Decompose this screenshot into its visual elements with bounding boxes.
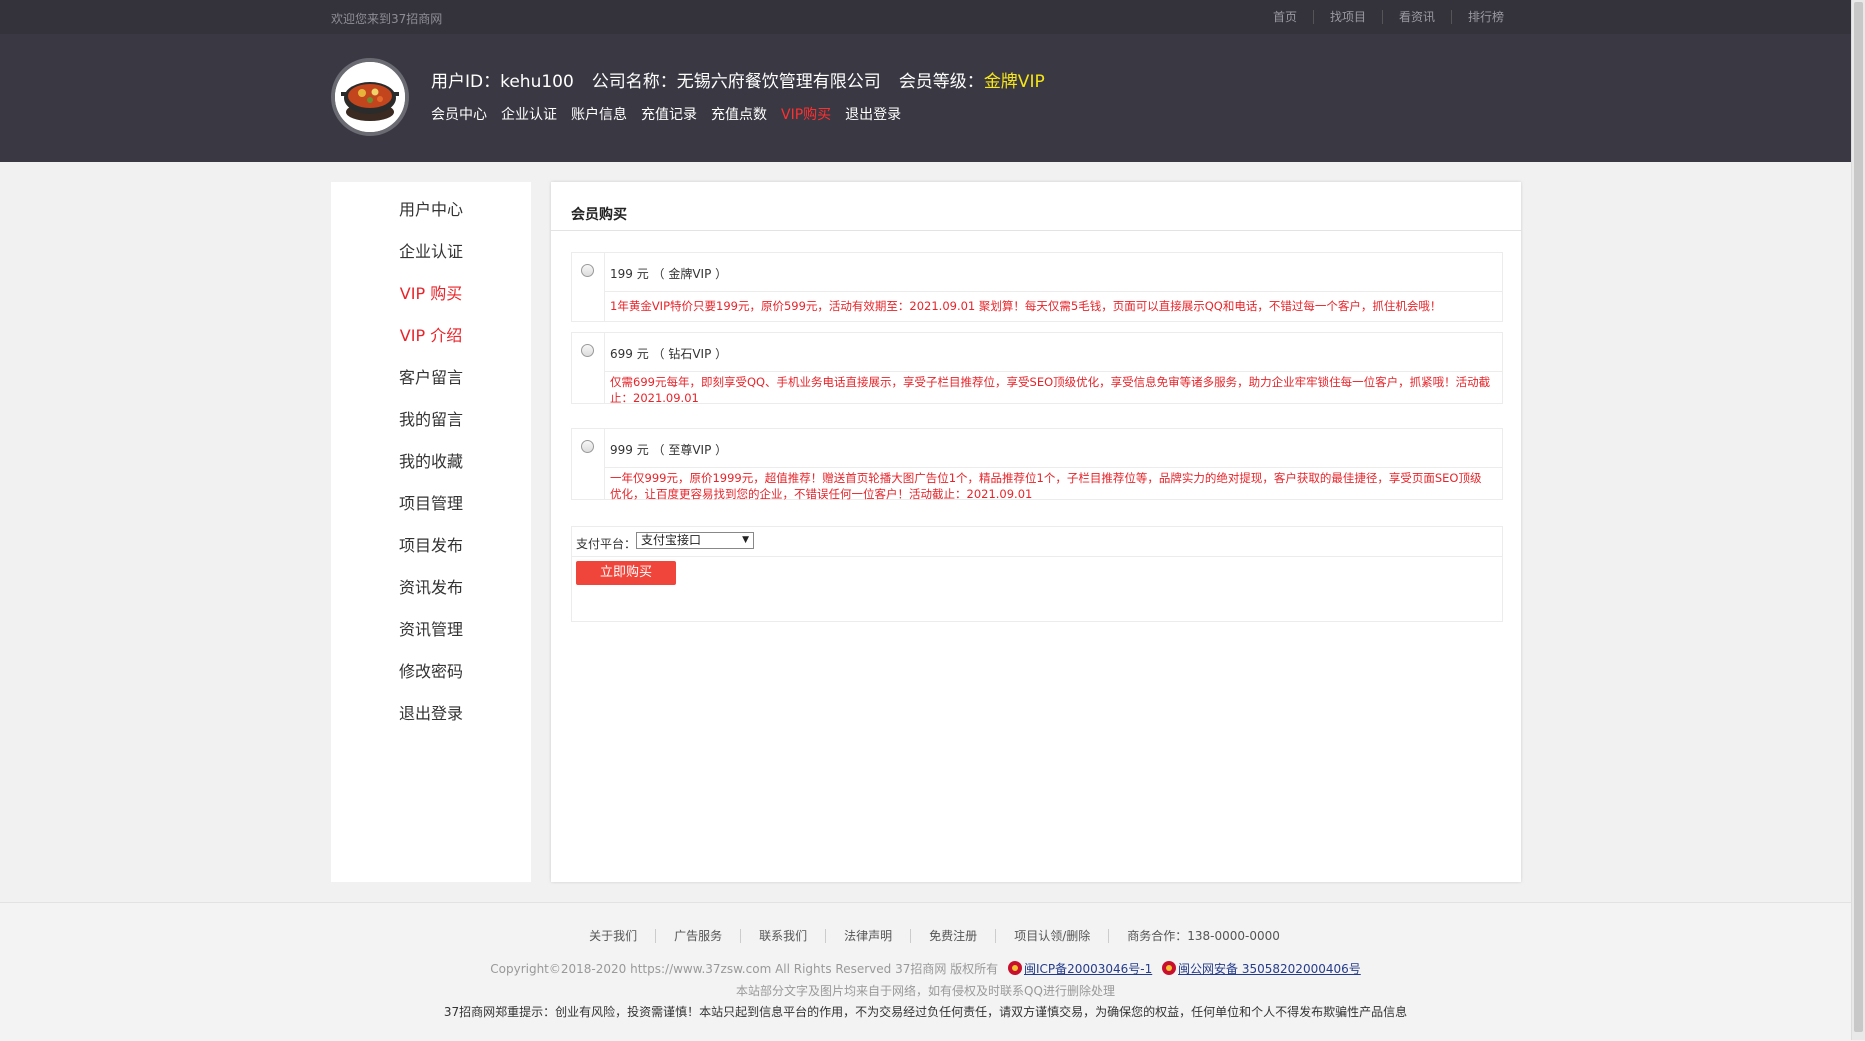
- nav-recharge-records[interactable]: 充值记录: [641, 104, 697, 124]
- plan-supreme-price: 999 元 （ 至尊VIP ）: [610, 443, 728, 457]
- footer-link-ads[interactable]: 广告服务: [655, 929, 741, 943]
- top-links: 首页 找项目 看资讯 排行榜: [1257, 10, 1520, 24]
- sidebar-item-project-manage[interactable]: 项目管理: [331, 490, 531, 514]
- footer-link-contact[interactable]: 联系我们: [740, 929, 826, 943]
- sidebar-item-my-messages[interactable]: 我的留言: [331, 406, 531, 430]
- user-id: 用户ID：kehu100: [431, 72, 574, 92]
- user-nav: 会员中心 企业认证 账户信息 充值记录 充值点数 VIP购买 退出登录: [431, 104, 901, 124]
- payment-platform-label: 支付平台：: [576, 537, 637, 551]
- nav-enterprise-cert[interactable]: 企业认证: [501, 104, 557, 124]
- user-header: 用户ID：kehu100 公司名称：无锡六府餐饮管理有限公司 会员等级：金牌VI…: [0, 34, 1851, 162]
- footer-business-contact: 商务合作：138-0000-0000: [1108, 929, 1280, 943]
- plan-radio-cell: [572, 333, 605, 403]
- payment-platform-select[interactable]: 支付宝接口 ▼: [636, 532, 754, 549]
- footer: 关于我们 广告服务 联系我们 法律声明 免费注册 项目认领/删除 商务合作：138-0000…: [0, 902, 1851, 1041]
- plan-gold-desc: 1年黄金VIP特价只要199元，原价599元，活动有效期至：2021.09.01…: [610, 299, 1442, 313]
- plan-gold-radio[interactable]: [581, 264, 594, 277]
- scrollbar-thumb[interactable]: [1854, 2, 1863, 1032]
- plan-radio-cell: [572, 429, 605, 499]
- welcome-text: 欢迎您来到37招商网: [331, 12, 443, 26]
- plan-diamond-desc: 仅需699元每年，即刻享受QQ、手机业务电话直接展示，享受子栏目推荐位，享受SE…: [610, 375, 1491, 405]
- vertical-scrollbar[interactable]: [1851, 0, 1865, 1040]
- sidebar-item-enterprise-cert[interactable]: 企业认证: [331, 238, 531, 262]
- plan-gold-price: 199 元 （ 金牌VIP ）: [610, 267, 728, 281]
- nav-logout[interactable]: 退出登录: [845, 104, 901, 124]
- plan-divider: [604, 467, 1502, 468]
- footer-link-legal[interactable]: 法律声明: [825, 929, 911, 943]
- sidebar-item-logout[interactable]: 退出登录: [331, 700, 531, 724]
- main-panel: 会员购买 199 元 （ 金牌VIP ） 1年黄金VIP特价只要199元，原价5…: [551, 182, 1521, 882]
- dropdown-caret-icon: ▼: [742, 535, 749, 545]
- plan-diamond-price: 699 元 （ 钻石VIP ）: [610, 347, 728, 361]
- user-info: 用户ID：kehu100 公司名称：无锡六府餐饮管理有限公司 会员等级：金牌VI…: [431, 67, 1045, 92]
- sidebar-item-news-publish[interactable]: 资讯发布: [331, 574, 531, 598]
- police-badge-icon: [1162, 961, 1177, 975]
- buy-now-button[interactable]: 立即购买: [576, 561, 676, 585]
- avatar[interactable]: [331, 58, 409, 136]
- top-bar: 欢迎您来到37招商网 首页 找项目 看资讯 排行榜: [0, 0, 1851, 34]
- hotpot-dish-icon: [335, 62, 405, 132]
- sidebar-item-vip-intro[interactable]: VIP 介绍: [331, 322, 531, 346]
- sidebar-item-user-center[interactable]: 用户中心: [331, 196, 531, 220]
- member-level-value: 金牌VIP: [983, 72, 1045, 92]
- sidebar-item-change-password[interactable]: 修改密码: [331, 658, 531, 682]
- plan-supreme: 999 元 （ 至尊VIP ） 一年仅999元，原价1999元，超值推荐！赠送首…: [571, 428, 1503, 501]
- footer-link-claim[interactable]: 项目认领/删除: [995, 929, 1109, 943]
- plan-supreme-desc: 一年仅999元，原价1999元，超值推荐！赠送首页轮播大图广告位1个，精品推荐位…: [610, 471, 1482, 501]
- payment-section: 支付平台： 支付宝接口 ▼ 立即购买: [571, 526, 1503, 622]
- nav-member-center[interactable]: 会员中心: [431, 104, 487, 124]
- top-link-home[interactable]: 首页: [1257, 10, 1313, 24]
- plan-divider: [604, 291, 1502, 292]
- page-title: 会员购买: [571, 207, 627, 223]
- sidebar: 用户中心 企业认证 VIP 购买 VIP 介绍 客户留言 我的留言 我的收藏 项…: [331, 182, 531, 882]
- top-link-find-project[interactable]: 找项目: [1312, 10, 1382, 24]
- police-record-link[interactable]: 闽公网安备 35058202000406号: [1178, 962, 1361, 976]
- footer-risk-notice: 37招商网郑重提示：创业有风险，投资需谨慎！本站只起到信息平台的作用，不为交易经…: [443, 1005, 1408, 1019]
- plan-diamond: 699 元 （ 钻石VIP ） 仅需699元每年，即刻享受QQ、手机业务电话直接…: [571, 332, 1503, 405]
- footer-link-about[interactable]: 关于我们: [571, 929, 655, 943]
- footer-link-register[interactable]: 免费注册: [910, 929, 996, 943]
- nav-recharge-points[interactable]: 充值点数: [711, 104, 767, 124]
- company-name: 公司名称：无锡六府餐饮管理有限公司: [591, 72, 881, 92]
- payment-divider: [572, 556, 1502, 557]
- plan-divider: [604, 371, 1502, 372]
- footer-copyright-notice: 本站部分文字及图片均来自于网络，如有侵权及时联系QQ进行删除处理: [736, 984, 1115, 998]
- nav-vip-purchase[interactable]: VIP购买: [781, 104, 831, 124]
- plan-radio-cell: [572, 253, 605, 321]
- nav-account-info[interactable]: 账户信息: [571, 104, 627, 124]
- sidebar-item-my-favorites[interactable]: 我的收藏: [331, 448, 531, 472]
- sidebar-item-customer-messages[interactable]: 客户留言: [331, 364, 531, 388]
- payment-platform-value: 支付宝接口: [641, 533, 702, 547]
- sidebar-item-vip-purchase[interactable]: VIP 购买: [331, 280, 531, 304]
- member-level-label: 会员等级：: [898, 72, 984, 92]
- icp-link[interactable]: 闽ICP备20003046号-1: [1024, 962, 1152, 976]
- plan-gold: 199 元 （ 金牌VIP ） 1年黄金VIP特价只要199元，原价599元，活…: [571, 252, 1503, 322]
- sidebar-item-news-manage[interactable]: 资讯管理: [331, 616, 531, 640]
- footer-copyright: Copyright©2018-2020 https://www.37zsw.co…: [0, 960, 1851, 977]
- top-link-news[interactable]: 看资讯: [1381, 10, 1451, 24]
- title-divider: [551, 230, 1521, 231]
- sidebar-item-project-publish[interactable]: 项目发布: [331, 532, 531, 556]
- page: 欢迎您来到37招商网 首页 找项目 看资讯 排行榜 用户ID：kehu100 公…: [0, 0, 1851, 1041]
- footer-links: 关于我们 广告服务 联系我们 法律声明 免费注册 项目认领/删除 商务合作：138-0000…: [0, 927, 1851, 944]
- top-link-ranking[interactable]: 排行榜: [1450, 10, 1520, 24]
- member-level: 会员等级：金牌VIP: [899, 67, 1045, 92]
- plan-supreme-radio[interactable]: [581, 440, 594, 453]
- copyright-text: Copyright©2018-2020 https://www.37zsw.co…: [490, 962, 999, 976]
- police-badge-icon: [1008, 961, 1023, 975]
- plan-diamond-radio[interactable]: [581, 344, 594, 357]
